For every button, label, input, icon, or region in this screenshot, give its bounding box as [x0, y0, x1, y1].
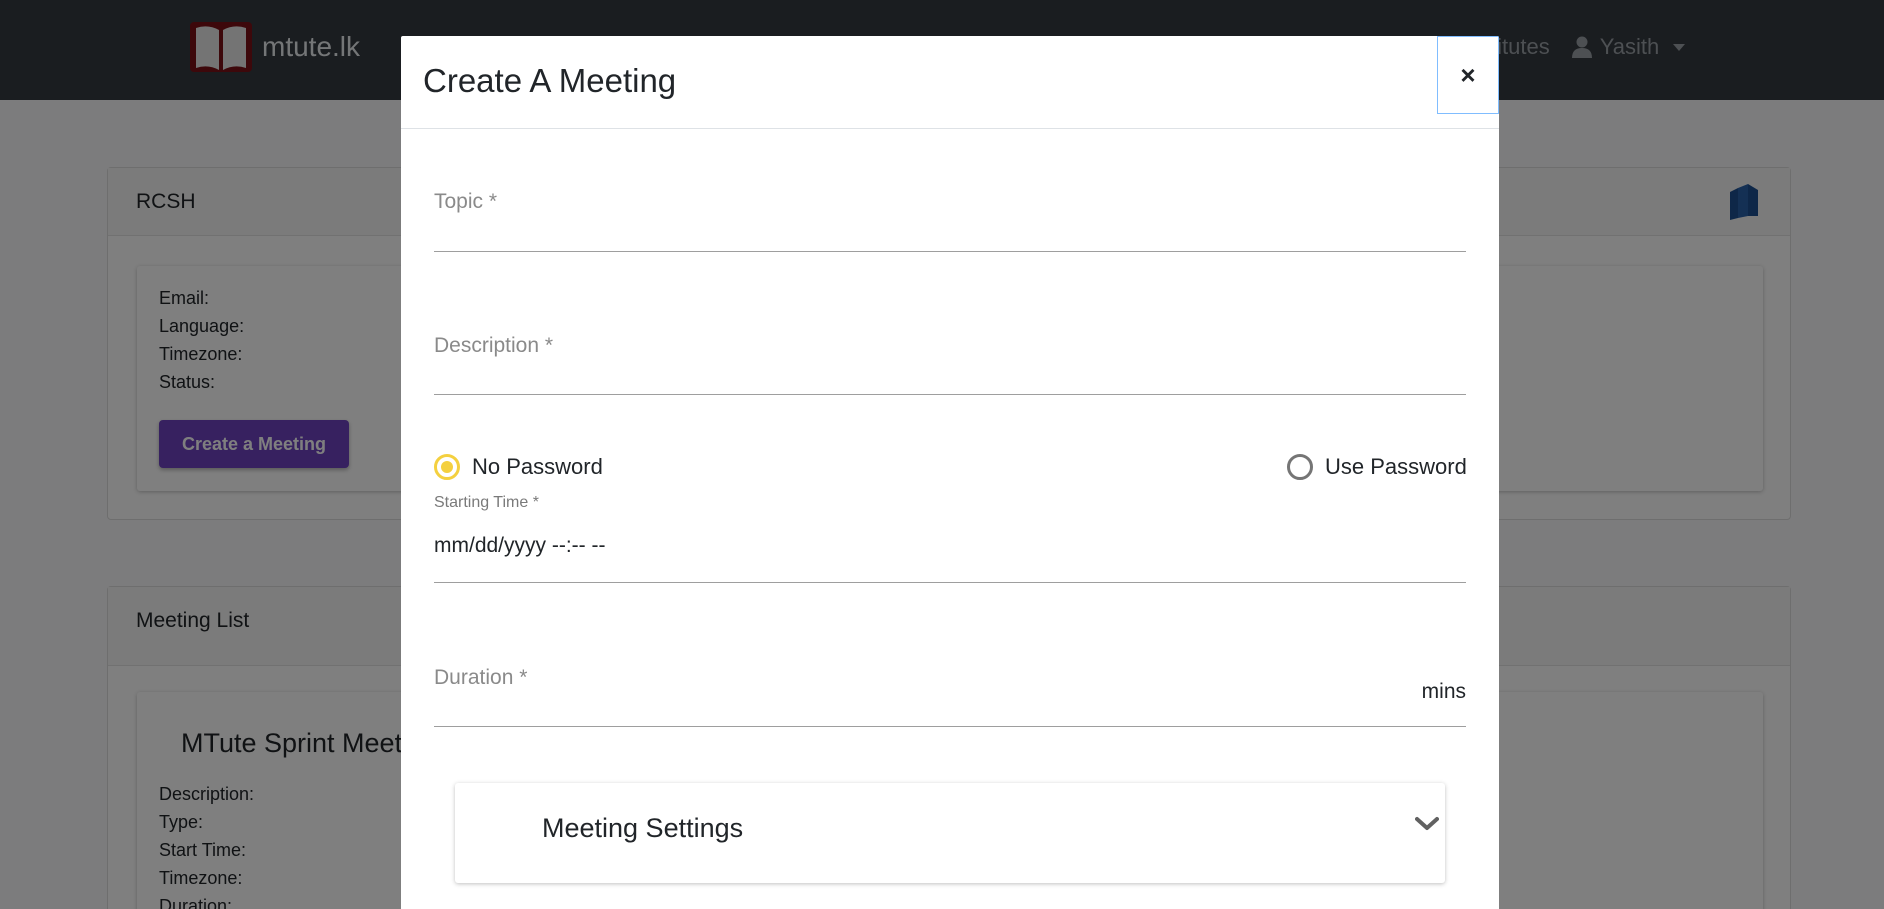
topic-label: Topic *: [434, 190, 498, 213]
no-password-radio[interactable]: [434, 454, 460, 480]
no-password-option[interactable]: No Password: [434, 454, 603, 480]
no-password-label: No Password: [472, 454, 603, 479]
modal-title: Create A Meeting: [423, 62, 677, 99]
meeting-settings-title: Meeting Settings: [542, 813, 744, 843]
duration-unit: mins: [1421, 680, 1466, 703]
starting-time-label: Starting Time *: [434, 494, 539, 511]
use-password-label: Use Password: [1325, 454, 1467, 479]
meeting-settings-panel[interactable]: Meeting Settings: [455, 783, 1445, 883]
description-field[interactable]: Description *: [434, 330, 1466, 395]
create-meeting-modal: Create A Meeting × Topic * Description *…: [401, 36, 1499, 909]
use-password-option[interactable]: Use Password: [1287, 454, 1467, 480]
starting-time-input[interactable]: mm/dd/yyyy --:-- --: [434, 534, 605, 558]
duration-label: Duration *: [434, 666, 528, 689]
starting-time-field[interactable]: mm/dd/yyyy --:-- --: [434, 518, 1466, 583]
chevron-down-icon[interactable]: [1415, 815, 1439, 833]
use-password-radio[interactable]: [1287, 454, 1313, 480]
close-button[interactable]: ×: [1437, 36, 1499, 114]
description-label: Description *: [434, 334, 554, 357]
modal-header: Create A Meeting ×: [401, 36, 1499, 129]
duration-field[interactable]: Duration * mins: [434, 662, 1466, 727]
topic-field[interactable]: Topic *: [434, 186, 1466, 252]
